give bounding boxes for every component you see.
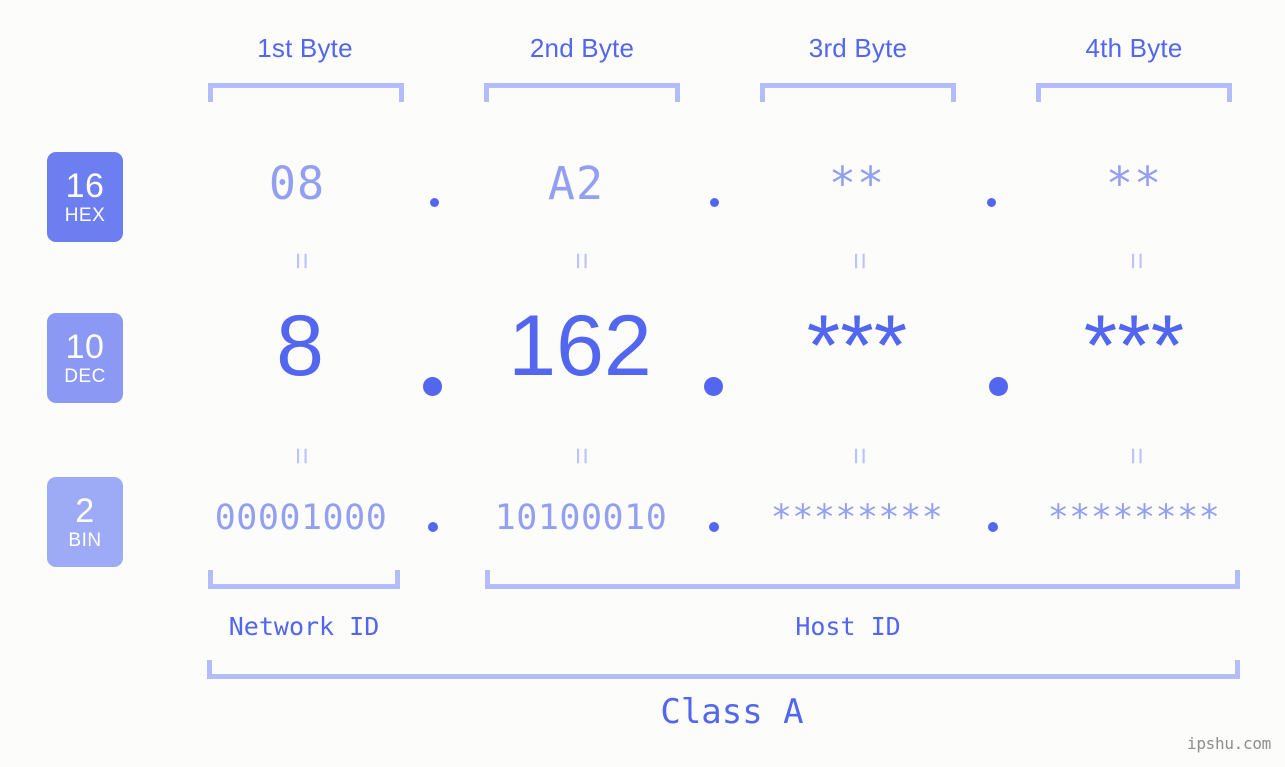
- dec-separator-1: [423, 377, 442, 396]
- network-id-label: Network ID: [228, 612, 380, 641]
- hex-separator-1: [430, 198, 439, 207]
- bin-byte-2: 10100010: [494, 498, 668, 538]
- equals-dec-bin-4: =: [1120, 447, 1153, 465]
- network-id-bracket: [208, 570, 400, 589]
- byte-header-4: 4th Byte: [1085, 33, 1183, 63]
- host-id-bracket: [485, 570, 1240, 589]
- hex-byte-3: **: [828, 157, 886, 210]
- radix-badge-hex-abbr: HEX: [64, 205, 106, 226]
- radix-badge-dec-abbr: DEC: [64, 366, 106, 387]
- radix-badge-bin-number: 2: [75, 492, 95, 530]
- dec-byte-2: 162: [508, 298, 652, 394]
- hex-separator-3: [987, 198, 996, 207]
- radix-badge-dec-number: 10: [65, 328, 105, 366]
- radix-badge-hex-number: 16: [65, 167, 105, 205]
- byte-header-1: 1st Byte: [257, 33, 353, 63]
- bin-byte-1: 00001000: [214, 498, 388, 538]
- byte-bracket-3: [760, 83, 956, 102]
- bin-separator-1: [428, 522, 438, 532]
- equals-dec-bin-3: =: [843, 447, 876, 465]
- ip-breakdown-diagram: 1st Byte 2nd Byte 3rd Byte 4th Byte 16 H…: [0, 0, 1285, 767]
- equals-hex-dec-3: =: [843, 252, 876, 270]
- hex-separator-2: [710, 198, 719, 207]
- byte-header-3: 3rd Byte: [808, 33, 908, 63]
- equals-dec-bin-2: =: [565, 447, 598, 465]
- byte-bracket-2: [484, 83, 680, 102]
- host-id-label: Host ID: [795, 612, 901, 641]
- equals-hex-dec-4: =: [1120, 252, 1153, 270]
- radix-badge-dec: 10 DEC: [47, 313, 123, 403]
- equals-hex-dec-2: =: [565, 252, 598, 270]
- class-bracket: [207, 660, 1240, 679]
- byte-bracket-1: [208, 83, 404, 102]
- equals-hex-dec-1: =: [285, 252, 318, 270]
- bin-separator-2: [709, 522, 719, 532]
- radix-badge-bin: 2 BIN: [47, 477, 123, 567]
- dec-byte-3: ***: [806, 298, 908, 394]
- radix-badge-hex: 16 HEX: [47, 152, 123, 242]
- dec-separator-2: [704, 377, 723, 396]
- hex-byte-2: A2: [547, 157, 605, 210]
- dec-separator-3: [989, 377, 1008, 396]
- site-watermark: ipshu.com: [1187, 734, 1271, 753]
- bin-byte-4: ********: [1047, 498, 1221, 538]
- byte-bracket-4: [1036, 83, 1232, 102]
- dec-byte-4: ***: [1083, 298, 1185, 394]
- dec-byte-1: 8: [276, 298, 324, 394]
- equals-dec-bin-1: =: [285, 447, 318, 465]
- bin-byte-3: ********: [770, 498, 944, 538]
- hex-byte-1: 08: [268, 157, 326, 210]
- bin-separator-3: [988, 522, 998, 532]
- hex-byte-4: **: [1105, 157, 1163, 210]
- class-label: Class A: [660, 692, 804, 732]
- byte-header-2: 2nd Byte: [529, 33, 635, 63]
- radix-badge-bin-abbr: BIN: [68, 530, 102, 551]
